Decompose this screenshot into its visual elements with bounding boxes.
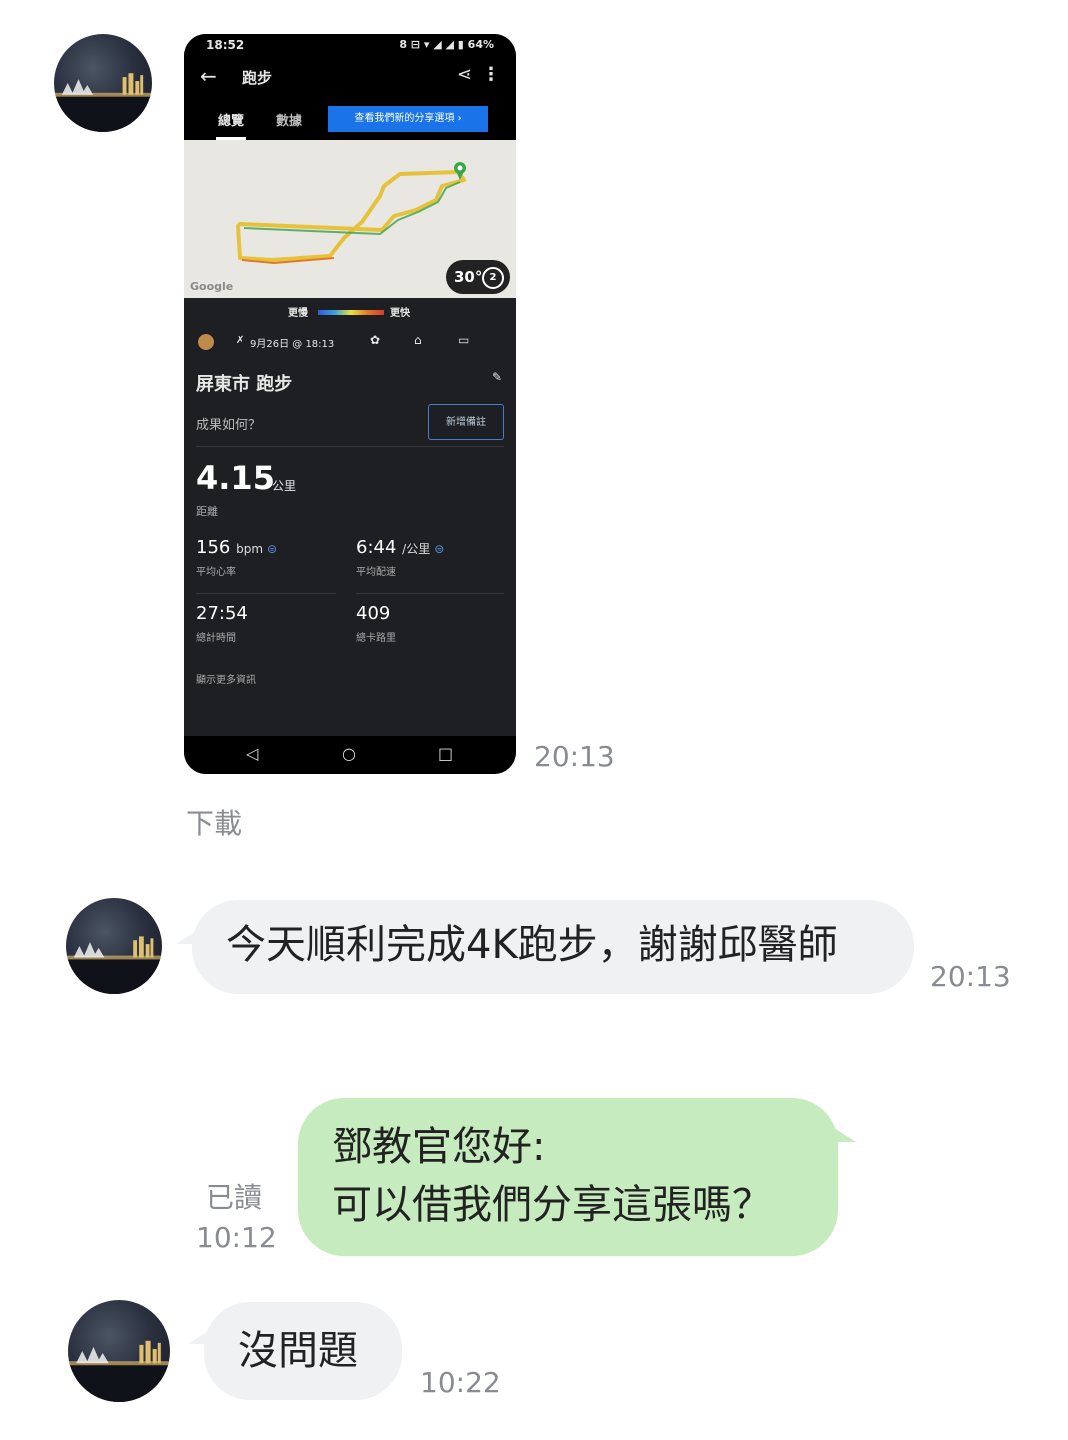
distance-label: 距離 <box>196 505 218 518</box>
stat-heart-rate: 156 bpm ⊜ 平均心率 <box>196 537 346 599</box>
user-avatar-small <box>198 334 214 350</box>
weather-icon: ✿ <box>370 333 381 347</box>
night-skyline-icon <box>66 936 162 994</box>
message-line: 鄧教官您好: <box>332 1124 546 1170</box>
phone-nav-bar: ◁ ○ □ <box>184 736 516 774</box>
night-skyline-icon <box>68 1340 170 1402</box>
nav-home-icon: ○ <box>342 744 356 763</box>
back-arrow-icon: ← <box>200 64 217 88</box>
stat-value: 409 <box>356 603 391 624</box>
stat-label: 總計時間 <box>196 633 236 644</box>
activity-title: 跑步 <box>242 69 273 87</box>
nav-recents-icon: □ <box>438 744 454 763</box>
status-time: 18:52 <box>206 38 245 52</box>
map-tilt-badge: 30° 2 <box>446 260 510 294</box>
stat-unit: bpm <box>236 542 264 556</box>
message-line: 可以借我們分享這張嗎？ <box>332 1182 772 1228</box>
pace-legend: 更慢 更快 <box>184 298 516 324</box>
stat-calories: 409 總卡路里 <box>356 603 506 665</box>
more-icon: ⋮ <box>482 64 500 85</box>
distance-block: 4.15 公里 距離 <box>184 447 516 527</box>
map-tilt-value: 30° <box>454 268 483 286</box>
stat-pace: 6:44 /公里 ⊜ 平均配速 <box>356 537 506 599</box>
rotate-icon: 2 <box>482 267 504 289</box>
info-icon: ⊜ <box>434 542 445 556</box>
tab-overview: 總覽 <box>215 110 247 140</box>
info-icon: ⊜ <box>267 542 278 556</box>
distance-value: 4.15 <box>196 459 275 497</box>
phone-status-bar: 18:52 8 ⊟ ▾ ◢ ◢ ▮ 64% <box>184 34 516 58</box>
share-icon: ⋖ <box>456 64 472 85</box>
bubble-tail <box>834 1128 856 1142</box>
stat-value: 156 <box>196 537 231 558</box>
device-icon: ▭ <box>458 333 470 347</box>
pace-gradient-bar <box>318 310 384 315</box>
message-bubble[interactable]: 今天順利完成4K跑步，謝謝邱醫師 <box>192 900 914 994</box>
tab-bar: 總覽 數據 查看我們新的分享選項 › <box>184 98 516 140</box>
tab-stats: 數據 <box>276 114 303 129</box>
edit-icon: ✎ <box>491 370 502 384</box>
status-icons: 8 ⊟ ▾ ◢ ◢ ▮ 64% <box>399 38 494 51</box>
message-time: 20:13 <box>930 960 1011 993</box>
map-logo: Google <box>190 280 234 293</box>
activity-info-row: ✗ 9月26日 @ 18:13 ✿ ⌂ ▭ <box>184 324 516 360</box>
distance-unit: 公里 <box>272 479 297 493</box>
stat-label: 平均配速 <box>356 567 396 578</box>
app-bar: ← 跑步 ⋖ ⋮ <box>184 58 516 98</box>
divider <box>356 593 504 594</box>
nav-back-icon: ◁ <box>246 744 259 763</box>
read-receipt: 已讀 10:12 <box>196 1178 277 1258</box>
divider <box>196 593 336 594</box>
stat-label: 平均心率 <box>196 567 236 578</box>
activity-name: 屏東市 跑步 <box>196 374 293 395</box>
legend-fast: 更快 <box>390 308 410 319</box>
message-time: 20:13 <box>534 740 615 773</box>
stat-value: 6:44 <box>356 537 397 558</box>
shared-image[interactable]: 18:52 8 ⊟ ▾ ◢ ◢ ▮ 64% ← 跑步 ⋖ ⋮ 總覽 數據 查看我… <box>184 34 516 774</box>
read-label: 已讀 <box>205 1181 262 1214</box>
home-icon: ⌂ <box>414 333 422 347</box>
activity-date: 9月26日 @ 18:13 <box>250 339 335 350</box>
stat-label: 總卡路里 <box>356 633 396 644</box>
message-bubble[interactable]: 鄧教官您好: 可以借我們分享這張嗎？ <box>298 1098 838 1256</box>
stat-unit: /公里 <box>402 542 431 556</box>
night-skyline-icon <box>54 73 152 132</box>
avatar[interactable] <box>54 34 152 132</box>
avatar[interactable] <box>66 898 162 994</box>
feel-row: 成果如何？ 新增備註 <box>184 402 516 446</box>
route-map: Google 30° 2 <box>184 140 516 298</box>
legend-slow: 更慢 <box>288 308 308 319</box>
stat-value: 27:54 <box>196 603 248 624</box>
message-text: 今天順利完成4K跑步，謝謝邱醫師 <box>226 922 838 968</box>
run-icon: ✗ <box>236 335 245 346</box>
stats-grid: 156 bpm ⊜ 平均心率 6:44 /公里 ⊜ 平均配速 27:54 總計時間 … <box>184 527 516 695</box>
share-options-button: 查看我們新的分享選項 › <box>328 106 488 132</box>
download-link[interactable]: 下載 <box>186 802 242 842</box>
feel-question: 成果如何？ <box>196 418 262 433</box>
message-time: 10:22 <box>420 1366 501 1399</box>
avatar[interactable] <box>68 1300 170 1402</box>
stat-total-time: 27:54 總計時間 <box>196 603 346 665</box>
message-time: 10:12 <box>196 1221 277 1254</box>
add-note-button: 新增備註 <box>428 404 504 440</box>
message-text: 沒問題 <box>238 1328 358 1374</box>
show-more-link: 顯示更多資訊 <box>196 675 256 686</box>
activity-name-row: 屏東市 跑步 ✎ <box>184 360 516 402</box>
message-bubble[interactable]: 沒問題 <box>204 1302 402 1400</box>
